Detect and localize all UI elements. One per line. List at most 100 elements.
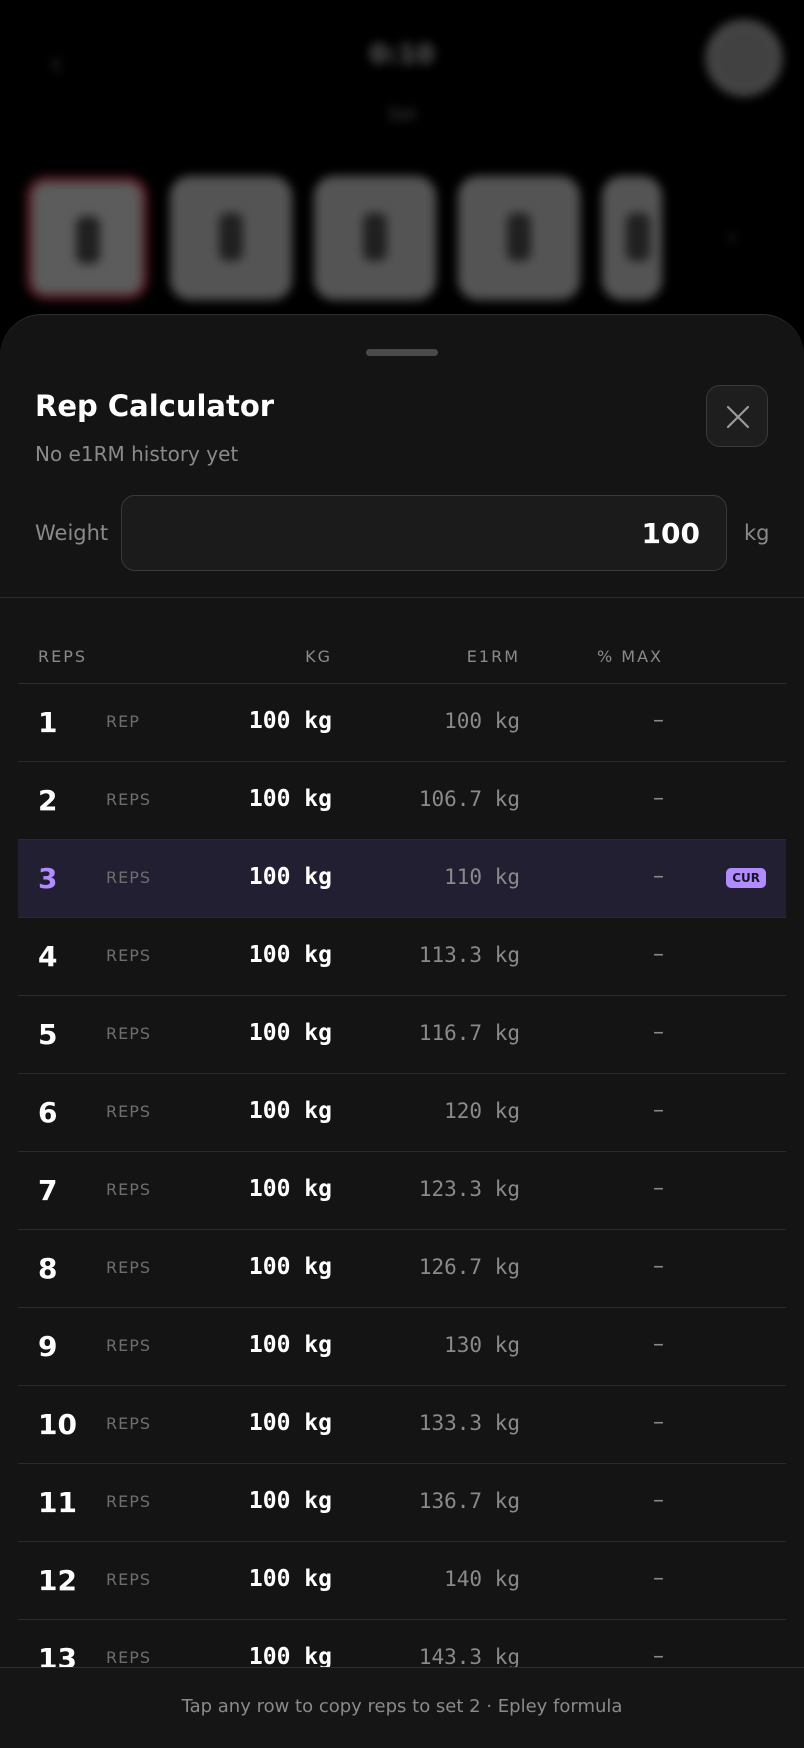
- exercise-thumbnail: [26, 176, 148, 300]
- close-icon: [726, 405, 750, 429]
- row-pct-max: –: [653, 1488, 664, 1513]
- row-pct-max: –: [653, 1332, 664, 1357]
- exercise-thumbnail: [170, 176, 292, 300]
- row-kg: 100 kg: [248, 1566, 332, 1592]
- exercise-thumbnail: [458, 176, 580, 300]
- row-reps: 5: [38, 1018, 58, 1051]
- row-pct-max: –: [653, 864, 664, 889]
- row-reps: 12: [38, 1564, 77, 1597]
- header-e1rm: E1RM: [466, 647, 520, 666]
- weight-input[interactable]: [121, 495, 727, 571]
- row-pct-max: –: [653, 708, 664, 733]
- row-kg: 100 kg: [248, 1020, 332, 1046]
- row-kg: 100 kg: [248, 942, 332, 968]
- row-reps: 2: [38, 784, 58, 817]
- background-timer: 0:10: [369, 40, 435, 70]
- row-kg: 100 kg: [248, 708, 332, 734]
- table-row[interactable]: 12 REPS 100 kg 140 kg –: [18, 1542, 786, 1620]
- footer-hint: Tap any row to copy reps to set 2 · Eple…: [0, 1667, 804, 1748]
- row-label: REPS: [106, 790, 152, 809]
- row-reps: 6: [38, 1096, 58, 1129]
- row-label: REPS: [106, 1258, 152, 1277]
- table-row[interactable]: 2 REPS 100 kg 106.7 kg –: [18, 762, 786, 840]
- row-e1rm: 133.3 kg: [418, 1411, 520, 1435]
- table-row[interactable]: 4 REPS 100 kg 113.3 kg –: [18, 918, 786, 996]
- row-e1rm: 120 kg: [444, 1099, 520, 1123]
- row-reps: 3: [38, 862, 58, 895]
- row-label: REPS: [106, 1570, 152, 1589]
- row-kg: 100 kg: [248, 786, 332, 812]
- row-e1rm: 126.7 kg: [418, 1255, 520, 1279]
- row-pct-max: –: [653, 786, 664, 811]
- row-reps: 7: [38, 1174, 58, 1207]
- row-pct-max: –: [653, 1098, 664, 1123]
- row-reps: 10: [38, 1408, 77, 1441]
- table-row[interactable]: 10 REPS 100 kg 133.3 kg –: [18, 1386, 786, 1464]
- table-row[interactable]: 1 REP 100 kg 100 kg –: [18, 684, 786, 762]
- exercise-thumbnail: [602, 176, 662, 300]
- footer-text: Tap any row to copy reps to set 2 · Eple…: [181, 1696, 623, 1717]
- row-reps: 8: [38, 1252, 58, 1285]
- table-header: REPS KG E1RM % MAX: [18, 615, 786, 684]
- header-pct-max: % MAX: [597, 647, 663, 666]
- row-label: REPS: [106, 946, 152, 965]
- table-row[interactable]: 5 REPS 100 kg 116.7 kg –: [18, 996, 786, 1074]
- row-kg: 100 kg: [248, 1098, 332, 1124]
- row-pct-max: –: [653, 1644, 664, 1669]
- drag-handle[interactable]: [366, 349, 438, 356]
- row-e1rm: 116.7 kg: [418, 1021, 520, 1045]
- row-pct-max: –: [653, 1566, 664, 1591]
- table-row-current[interactable]: 3 REPS 100 kg 110 kg – CUR: [18, 840, 786, 918]
- row-label: REPS: [106, 1414, 152, 1433]
- row-kg: 100 kg: [248, 1332, 332, 1358]
- row-reps: 1: [38, 706, 58, 739]
- row-kg: 100 kg: [248, 864, 332, 890]
- row-e1rm: 113.3 kg: [418, 943, 520, 967]
- table-row[interactable]: 7 REPS 100 kg 123.3 kg –: [18, 1152, 786, 1230]
- row-label: REPS: [106, 1492, 152, 1511]
- row-pct-max: –: [653, 1176, 664, 1201]
- chevron-right-icon: ›: [726, 220, 738, 255]
- rep-table: 1 REP 100 kg 100 kg – 2 REPS 100 kg 106.…: [18, 684, 786, 1698]
- avatar: [706, 20, 782, 96]
- row-label: REPS: [106, 1648, 152, 1667]
- divider: [0, 597, 804, 598]
- row-pct-max: –: [653, 1020, 664, 1045]
- row-kg: 100 kg: [248, 1488, 332, 1514]
- row-pct-max: –: [653, 942, 664, 967]
- table-row[interactable]: 8 REPS 100 kg 126.7 kg –: [18, 1230, 786, 1308]
- close-button[interactable]: [706, 385, 768, 447]
- row-label: REPS: [106, 1024, 152, 1043]
- unit-label: kg: [744, 521, 770, 545]
- row-reps: 11: [38, 1486, 77, 1519]
- row-e1rm: 136.7 kg: [418, 1489, 520, 1513]
- row-e1rm: 100 kg: [444, 709, 520, 733]
- row-label: REPS: [106, 868, 152, 887]
- row-reps: 9: [38, 1330, 58, 1363]
- row-e1rm: 143.3 kg: [418, 1645, 520, 1669]
- background-subtitle: Set: [387, 104, 417, 125]
- row-label: REPS: [106, 1336, 152, 1355]
- header-reps: REPS: [38, 647, 88, 666]
- row-label: REP: [106, 712, 140, 731]
- header-kg: KG: [305, 647, 332, 666]
- table-row[interactable]: 6 REPS 100 kg 120 kg –: [18, 1074, 786, 1152]
- row-e1rm: 130 kg: [444, 1333, 520, 1357]
- sheet-subtitle: No e1RM history yet: [35, 442, 239, 466]
- row-e1rm: 123.3 kg: [418, 1177, 520, 1201]
- background-app: ‹ 0:10 Set ›: [0, 0, 804, 330]
- current-badge: CUR: [726, 868, 766, 888]
- exercise-thumbnail: [314, 176, 436, 300]
- row-pct-max: –: [653, 1410, 664, 1435]
- row-kg: 100 kg: [248, 1176, 332, 1202]
- rep-calculator-sheet: Rep Calculator No e1RM history yet Weigh…: [0, 314, 804, 1748]
- row-e1rm: 110 kg: [444, 865, 520, 889]
- row-kg: 100 kg: [248, 1254, 332, 1280]
- row-pct-max: –: [653, 1254, 664, 1279]
- sheet-title: Rep Calculator: [35, 389, 275, 423]
- row-reps: 4: [38, 940, 58, 973]
- table-row[interactable]: 9 REPS 100 kg 130 kg –: [18, 1308, 786, 1386]
- weight-label: Weight: [35, 521, 109, 545]
- table-row[interactable]: 11 REPS 100 kg 136.7 kg –: [18, 1464, 786, 1542]
- row-e1rm: 106.7 kg: [418, 787, 520, 811]
